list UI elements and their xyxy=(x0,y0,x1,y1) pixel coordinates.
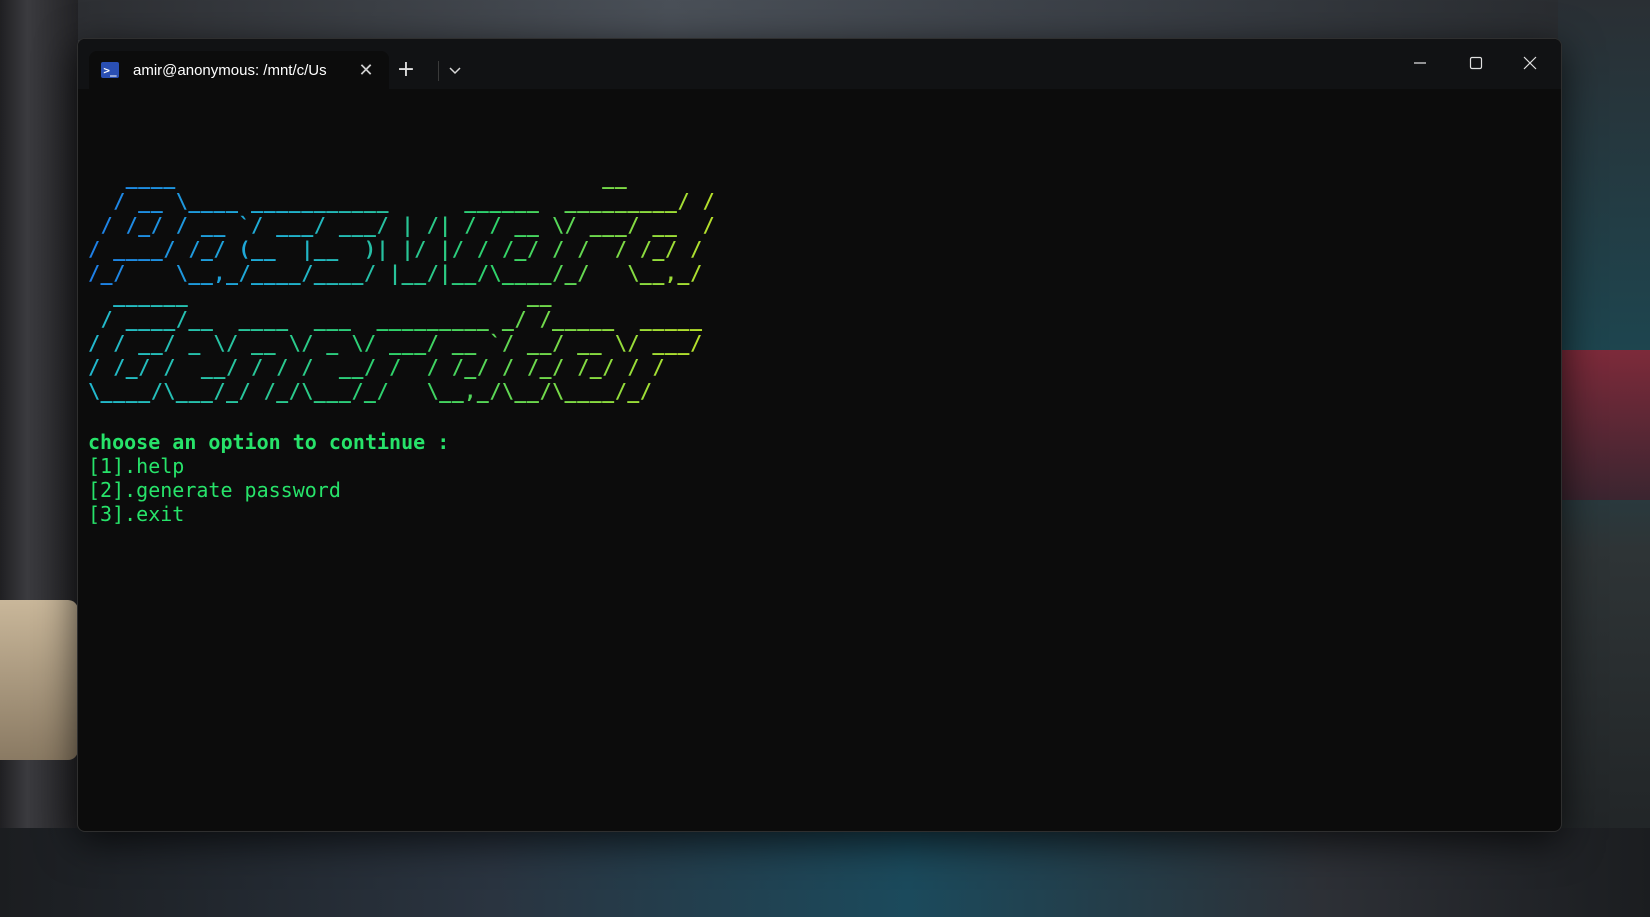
ascii-banner-generator: ______ __ / ____/__ ____ ___ _________ _… xyxy=(88,283,703,403)
terminal-tab[interactable]: >_ amir@anonymous: /mnt/c/Us ✕ xyxy=(89,51,389,89)
close-icon[interactable] xyxy=(1507,49,1553,77)
menu-option-exit: [3].exit xyxy=(88,502,185,526)
ascii-banner-password: ____ __ / __ \____ ___________ ______ __… xyxy=(88,165,716,285)
menu-prompt: choose an option to continue : xyxy=(88,430,450,454)
powershell-icon: >_ xyxy=(101,62,119,78)
minimize-icon[interactable] xyxy=(1397,49,1443,77)
menu-option-help: [1].help xyxy=(88,454,185,478)
wallpaper-sign xyxy=(1558,350,1650,500)
tab-close-icon[interactable]: ✕ xyxy=(357,60,375,81)
wallpaper-left xyxy=(0,0,78,917)
maximize-icon[interactable] xyxy=(1453,49,1499,77)
wallpaper-top xyxy=(78,0,1558,40)
terminal-output[interactable]: ____ __ / __ \____ ___________ ______ __… xyxy=(88,99,1551,821)
menu-option-generate: [2].generate password xyxy=(88,478,341,502)
wallpaper-street xyxy=(0,828,1650,917)
new-tab-button[interactable]: + xyxy=(393,57,419,83)
tab-divider xyxy=(438,61,439,81)
wallpaper-taxi xyxy=(0,600,78,760)
wallpaper-right xyxy=(1558,0,1650,917)
tab-title: amir@anonymous: /mnt/c/Us xyxy=(133,61,327,79)
terminal-window: >_ amir@anonymous: /mnt/c/Us ✕ + ____ __… xyxy=(77,38,1562,832)
title-bar[interactable]: >_ amir@anonymous: /mnt/c/Us ✕ + xyxy=(78,39,1561,89)
chevron-down-icon[interactable] xyxy=(444,59,466,81)
option-menu: choose an option to continue : [1].help … xyxy=(88,430,449,526)
